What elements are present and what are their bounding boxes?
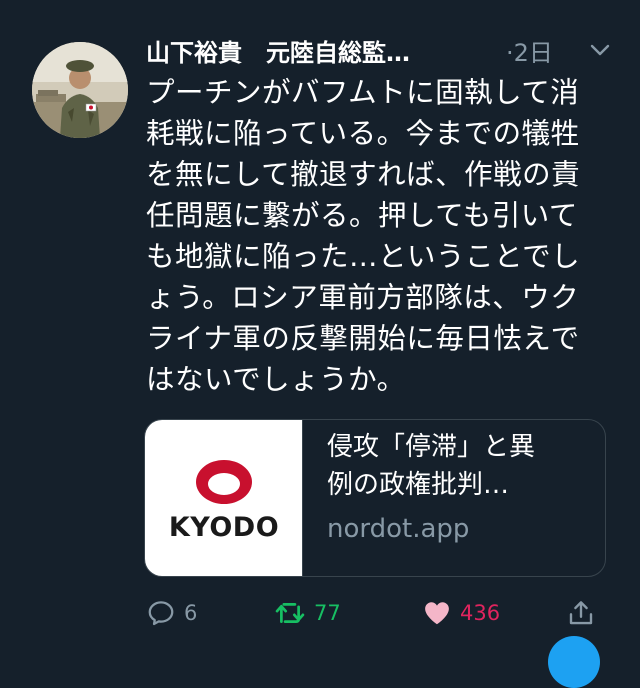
kyodo-logo (196, 460, 252, 504)
tweet-text-line: ライナ軍の反撃開始に毎日怯えで (146, 322, 580, 355)
card-body: 侵攻「停滞」と異 例の政権批判… nordot.app (327, 428, 597, 544)
card-title: 侵攻「停滞」と異 例の政権批判… (327, 428, 597, 504)
reply-icon (148, 601, 174, 626)
reply-button[interactable]: 6 (146, 593, 197, 633)
retweet-count: 77 (314, 601, 341, 625)
avatar[interactable] (32, 42, 128, 138)
tweet-text-line: も地獄に陥った…ということでし (146, 240, 581, 273)
like-button[interactable]: 436 (422, 593, 500, 633)
link-card[interactable]: KYODO 侵攻「停滞」と異 例の政権批判… nordot.app (144, 419, 606, 577)
avatar-photo (32, 42, 128, 138)
tweet[interactable]: 山下裕貴 元陸自総監… ·2日 プーチンがバフムトに固執して消 耗戦に陥っている… (0, 0, 640, 688)
retweet-icon (275, 603, 305, 623)
retweet-button[interactable]: 77 (274, 593, 341, 633)
share-button[interactable] (566, 593, 596, 633)
tweet-text-line: 耗戦に陥っている。今までの犠牲 (146, 117, 580, 150)
card-title-line: 例の政権批判… (327, 470, 510, 500)
card-title-line: 侵攻「停滞」と異 (327, 432, 536, 462)
tweet-timestamp[interactable]: ·2日 (506, 33, 553, 68)
tweet-text-line: はないでしょうか。 (146, 363, 406, 396)
tweet-text-line: 任問題に繋がる。押しても引いて (146, 199, 578, 232)
tweet-text-line: プーチンがバフムトに固執して消 (146, 76, 580, 109)
reply-count: 6 (184, 601, 198, 625)
like-count: 436 (460, 601, 501, 625)
card-thumbnail: KYODO (145, 420, 303, 576)
tweet-header: 山下裕貴 元陸自総監… ·2日 (146, 30, 616, 70)
share-icon (569, 601, 593, 625)
card-domain: nordot.app (327, 514, 470, 544)
tweet-actions: 6 77 436 (146, 593, 606, 633)
tweet-text: プーチンがバフムトに固執して消 耗戦に陥っている。今までの犠牲 を無にして撤退す… (146, 72, 598, 400)
kyodo-logo-text: KYODO (168, 512, 280, 543)
heart-icon (425, 602, 449, 625)
author-name[interactable]: 山下裕貴 元陸自総監… (146, 33, 472, 68)
tweet-text-line: ょう。ロシア軍前方部隊は、ウク (146, 281, 580, 314)
chevron-down-icon[interactable] (588, 38, 612, 62)
tweet-text-line: を無にして撤退すれば、作戦の責 (146, 158, 581, 191)
